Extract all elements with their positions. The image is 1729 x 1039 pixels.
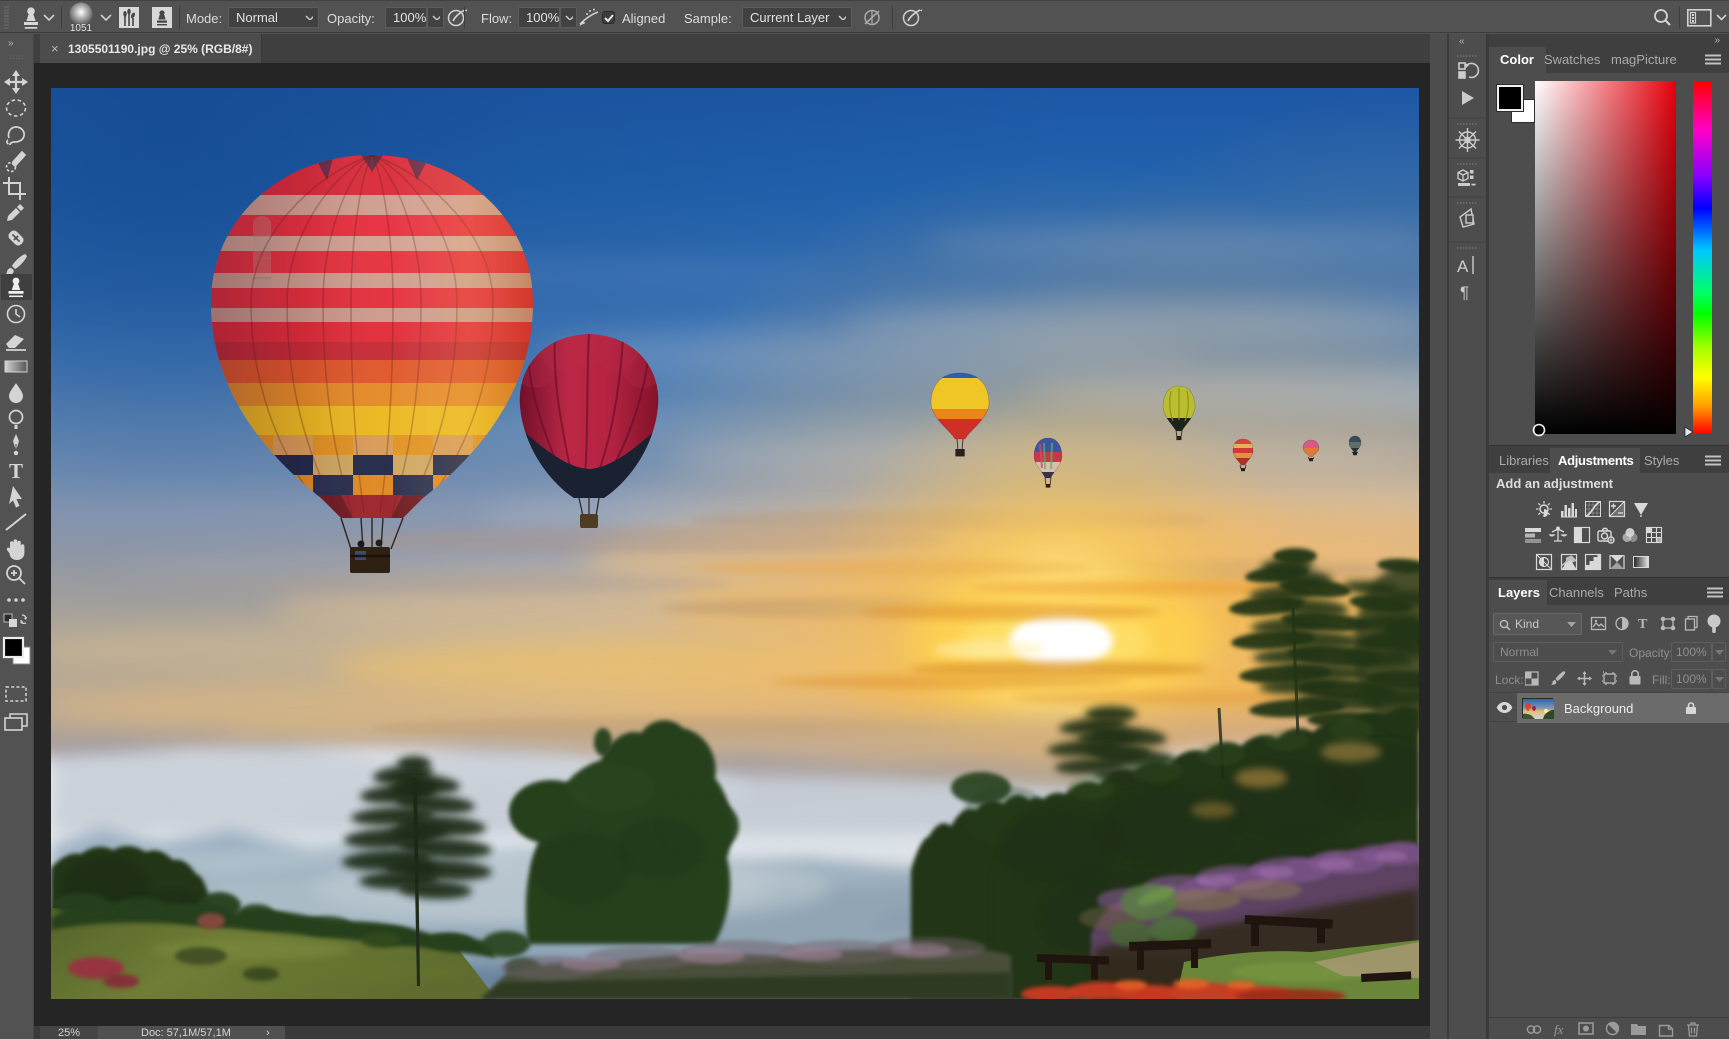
svg-text:¶: ¶ bbox=[1460, 283, 1469, 302]
svg-text:«: « bbox=[1459, 36, 1465, 47]
svg-text:»: » bbox=[8, 38, 14, 49]
svg-text:A: A bbox=[1457, 257, 1469, 276]
svg-text:T: T bbox=[1638, 617, 1648, 632]
svg-text:T: T bbox=[9, 459, 23, 483]
svg-text:fx: fx bbox=[1554, 1022, 1564, 1037]
